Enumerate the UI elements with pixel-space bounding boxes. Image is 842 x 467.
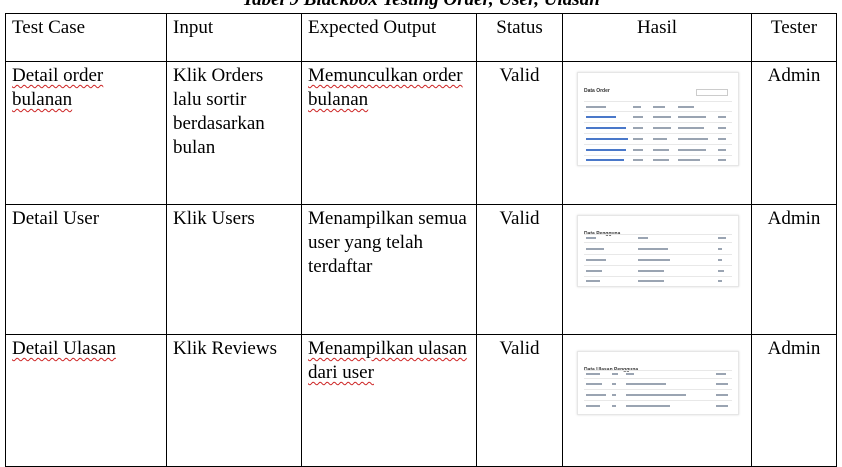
status-cell: Valid bbox=[476, 204, 563, 335]
tester-cell: Admin bbox=[751, 334, 837, 467]
blackbox-test-table: Test Case Input Expected Output Status H… bbox=[5, 13, 837, 467]
hasil-cell: Data Order bbox=[562, 61, 752, 205]
user-screenshot-thumbnail: Data Pengguna bbox=[577, 215, 739, 287]
input-cell: Klik Users bbox=[166, 204, 302, 335]
header-hasil: Hasil bbox=[562, 13, 752, 62]
expected-cell: Menampilkan ulasan dari user bbox=[301, 334, 477, 467]
hasil-cell: Data Ulasan Pengguna bbox=[562, 334, 752, 467]
status-cell: Valid bbox=[476, 334, 563, 467]
table-row: Detail Ulasan Klik Reviews Menampilkan u… bbox=[5, 334, 837, 467]
header-expected-output: Expected Output bbox=[301, 13, 477, 62]
test-case-cell: Detail User bbox=[5, 204, 167, 335]
hasil-cell: Data Pengguna bbox=[562, 204, 752, 335]
table-row: Detail User Klik Users Menampilkan semua… bbox=[5, 204, 837, 335]
order-screenshot-thumbnail: Data Order bbox=[577, 72, 739, 166]
input-cell: Klik Orders lalu sortir berdasarkan bula… bbox=[166, 61, 302, 205]
test-case-cell: Detail Ulasan bbox=[5, 334, 167, 467]
test-case-cell: Detail order bulanan bbox=[5, 61, 167, 205]
header-test-case: Test Case bbox=[5, 13, 167, 62]
status-cell: Valid bbox=[476, 61, 563, 205]
tester-cell: Admin bbox=[751, 204, 837, 335]
expected-cell: Memunculkan order bulanan bbox=[301, 61, 477, 205]
table-row: Detail order bulanan Klik Orders lalu so… bbox=[5, 61, 837, 205]
tester-cell: Admin bbox=[751, 61, 837, 205]
header-status: Status bbox=[476, 13, 563, 62]
header-input: Input bbox=[166, 13, 302, 62]
header-tester: Tester bbox=[751, 13, 837, 62]
header-row: Test Case Input Expected Output Status H… bbox=[5, 13, 837, 62]
input-cell: Klik Reviews bbox=[166, 334, 302, 467]
expected-cell: Menampilkan semua user yang telah terdaf… bbox=[301, 204, 477, 335]
review-screenshot-thumbnail: Data Ulasan Pengguna bbox=[577, 351, 739, 415]
table-caption: Tabel 9 Blackbox Testing Order, User, Ul… bbox=[0, 0, 842, 11]
